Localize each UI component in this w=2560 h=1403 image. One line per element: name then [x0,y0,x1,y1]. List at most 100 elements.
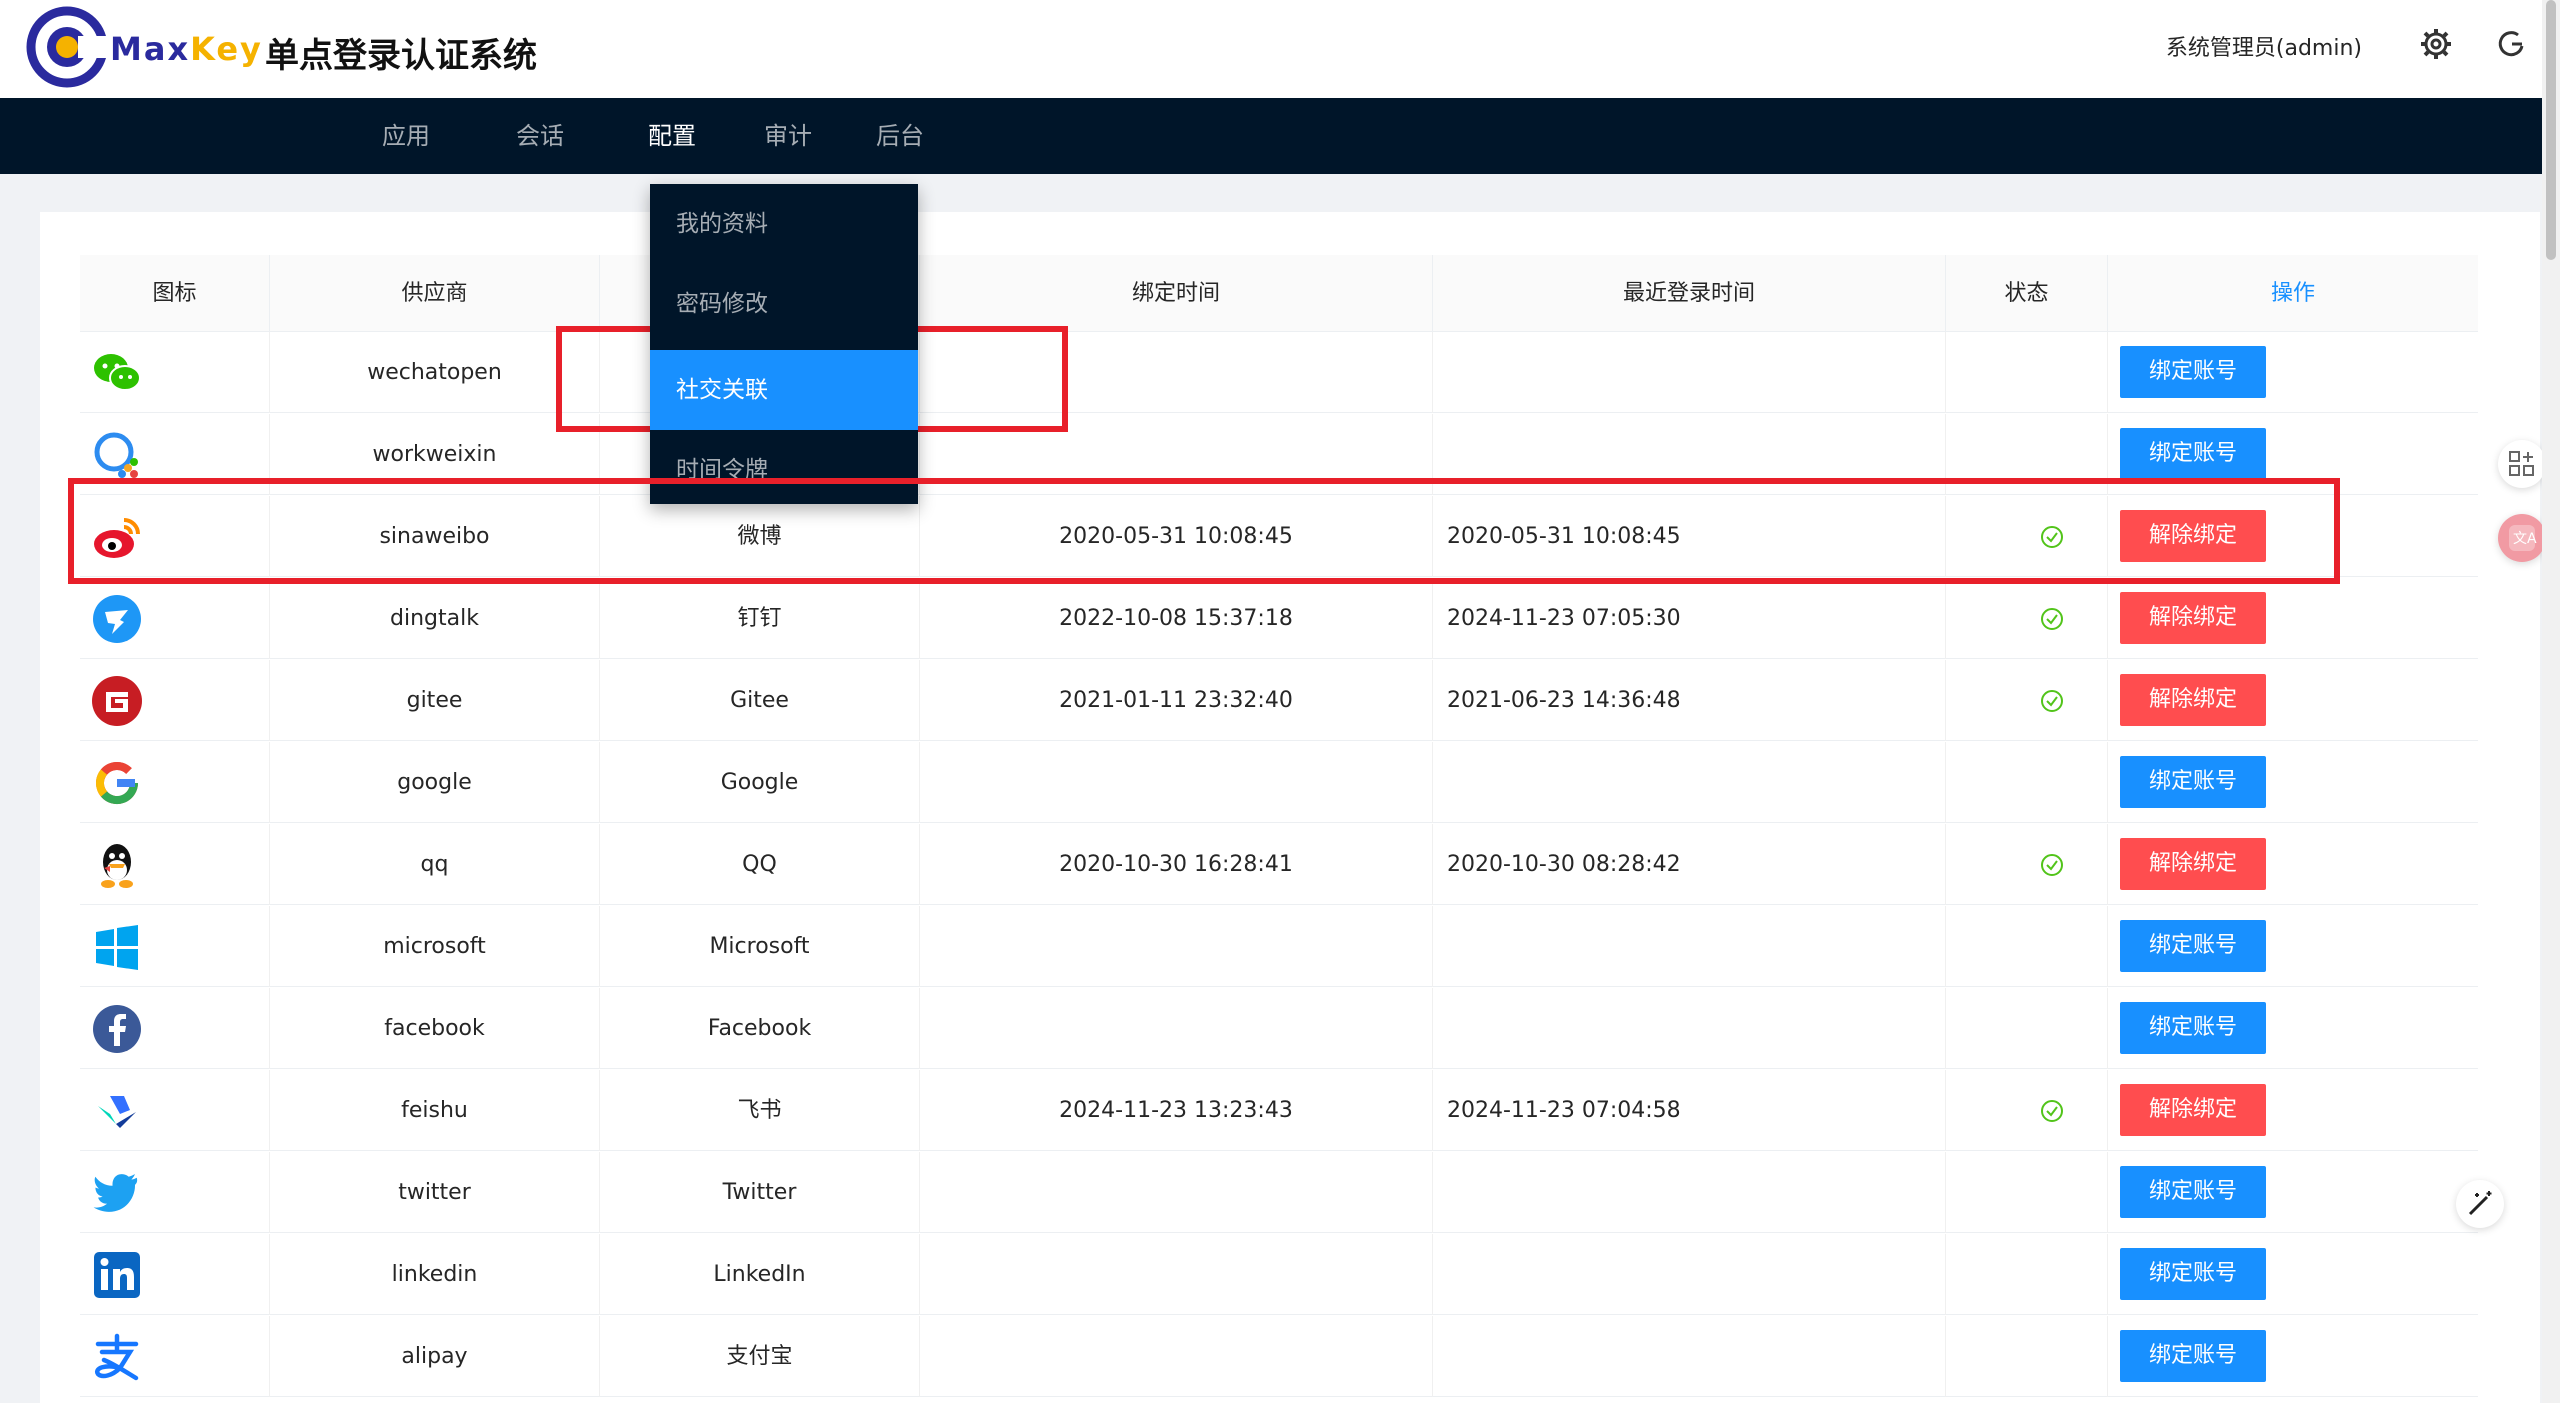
gear-icon[interactable] [2418,26,2454,62]
bind-account-button[interactable]: 绑定账号 [2120,346,2266,398]
nav-item-backend[interactable]: 后台 [876,98,924,174]
svg-text:文A: 文A [2513,531,2537,547]
unbind-button[interactable]: 解除绑定 [2120,674,2266,726]
unbind-button[interactable]: 解除绑定 [2120,838,2266,890]
cell-bind-time [920,1316,1433,1397]
microsoft-icon [90,920,144,974]
cell-icon [80,988,270,1069]
cell-status [1946,1234,2108,1315]
bind-account-button[interactable]: 绑定账号 [2120,920,2266,972]
table-row: twitter Twitter 绑定账号 [80,1152,2478,1233]
cell-status [1946,332,2108,413]
app-header: MaxKey 单点登录认证系统 系统管理员(admin) [0,0,2542,98]
menu-item-my-profile[interactable]: 我的资料 [650,184,918,264]
check-circle-icon [2040,853,2064,877]
translate-icon[interactable]: 文A [2498,514,2546,562]
cell-status [1946,1152,2108,1233]
apps-grid-icon[interactable] [2498,440,2546,488]
cell-status [1946,1070,2108,1151]
table-row: dingtalk 钉钉 2022-10-08 15:37:18 2024-11-23 … [80,578,2478,659]
unbind-button[interactable]: 解除绑定 [2120,1084,2266,1136]
cell-name: Facebook [600,988,920,1069]
table-row: alipay 支付宝 绑定账号 [80,1316,2478,1397]
nav-item-config[interactable]: 配置 [648,98,696,174]
cell-provider: feishu [270,1070,600,1151]
page-scrollbar[interactable] [2542,0,2560,1403]
cell-provider: microsoft [270,906,600,987]
cell-last-login [1433,1316,1946,1397]
cell-status [1946,1316,2108,1397]
cell-name: 支付宝 [600,1316,920,1397]
cell-bind-time [920,1234,1433,1315]
cell-name: Microsoft [600,906,920,987]
bind-account-button[interactable]: 绑定账号 [2120,1002,2266,1054]
menu-item-social-links[interactable]: 社交关联 [650,350,918,430]
cell-bind-time [920,988,1433,1069]
top-nav: 应用 会话 配置 审计 后台 [0,98,2542,174]
workweixin-icon [90,428,144,482]
cell-provider: twitter [270,1152,600,1233]
nav-item-sessions[interactable]: 会话 [516,98,564,174]
gitee-icon [90,674,144,728]
cell-status [1946,578,2108,659]
bind-account-button[interactable]: 绑定账号 [2120,1248,2266,1300]
table-row: microsoft Microsoft 绑定账号 [80,906,2478,987]
cell-name: Twitter [600,1152,920,1233]
cell-last-login: 2021-06-23 14:36:48 [1433,660,1946,741]
cell-icon [80,1070,270,1151]
cell-bind-time [920,742,1433,823]
table-row: feishu 飞书 2024-11-23 13:23:43 2024-11-23 07… [80,1070,2478,1151]
cell-icon [80,824,270,905]
cell-last-login [1433,742,1946,823]
bind-account-button[interactable]: 绑定账号 [2120,428,2266,480]
cell-name: Google [600,742,920,823]
cell-bind-time: 2020-10-30 16:28:41 [920,824,1433,905]
cell-bind-time: 2021-01-11 23:32:40 [920,660,1433,741]
check-circle-icon [2040,1099,2064,1123]
cell-last-login [1433,906,1946,987]
bind-account-button[interactable]: 绑定账号 [2120,1166,2266,1218]
table-row: gitee Gitee 2021-01-11 23:32:40 2021-06-23 … [80,660,2478,741]
user-menu[interactable]: 系统管理员(admin) [2166,30,2362,62]
cell-icon [80,578,270,659]
header-status: 状态 [1946,255,2108,332]
bind-account-button[interactable]: 绑定账号 [2120,1330,2266,1382]
magic-wand-icon[interactable] [2456,1180,2504,1228]
table-header: 图标 供应商 绑定时间 最近登录时间 状态 操作 [80,255,2478,332]
cell-provider: qq [270,824,600,905]
unbind-button[interactable]: 解除绑定 [2120,592,2266,644]
check-circle-icon [2040,607,2064,631]
cell-last-login [1433,1234,1946,1315]
header-icon: 图标 [80,255,270,332]
cell-provider: dingtalk [270,578,600,659]
cell-last-login: 2024-11-23 07:04:58 [1433,1070,1946,1151]
alipay-icon [90,1330,144,1384]
cell-icon [80,1234,270,1315]
menu-item-change-password[interactable]: 密码修改 [650,264,918,344]
twitter-icon [90,1166,144,1220]
google-icon [90,756,144,810]
check-circle-icon [2040,689,2064,713]
cell-status [1946,824,2108,905]
cell-status [1946,660,2108,741]
scrollbar-thumb[interactable] [2546,0,2556,260]
cell-icon [80,332,270,413]
annotation-box-weibo-row [68,478,2340,584]
cell-name: 钉钉 [600,578,920,659]
cell-bind-time: 2022-10-08 15:37:18 [920,578,1433,659]
table-row: wechatopen 绑定账号 [80,332,2478,413]
cell-name: QQ [600,824,920,905]
bind-account-button[interactable]: 绑定账号 [2120,756,2266,808]
cell-last-login [1433,332,1946,413]
cell-provider: facebook [270,988,600,1069]
cell-bind-time [920,1152,1433,1233]
nav-item-apps[interactable]: 应用 [382,98,430,174]
logout-icon[interactable] [2494,26,2530,62]
cell-provider: gitee [270,660,600,741]
cell-bind-time [920,906,1433,987]
cell-icon [80,1152,270,1233]
cell-name: 飞书 [600,1070,920,1151]
cell-icon [80,660,270,741]
cell-provider: linkedin [270,1234,600,1315]
nav-item-audit[interactable]: 审计 [764,98,812,174]
